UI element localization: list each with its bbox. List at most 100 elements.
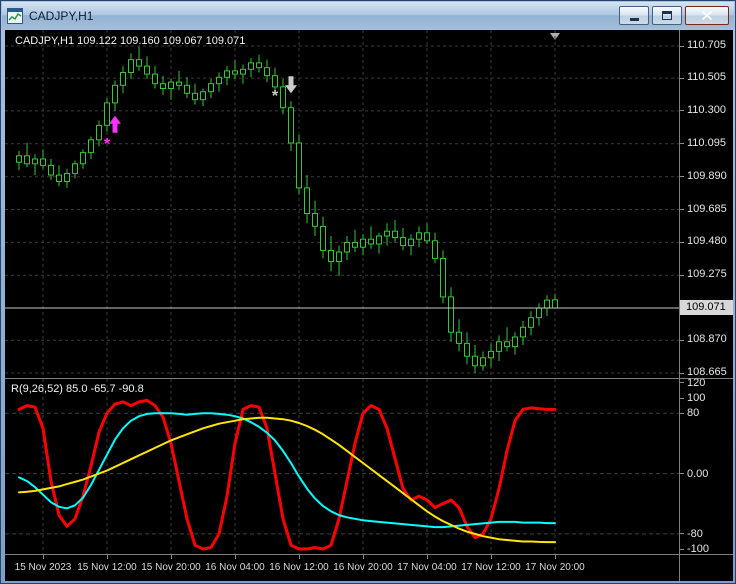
candle: [112, 84, 118, 104]
price-tick: [680, 274, 684, 276]
price-tick: [680, 339, 684, 341]
close-button[interactable]: [685, 6, 729, 25]
application-window: CADJPY,H1 * * CADJPY,H1 109.122 109.160 1…: [0, 0, 736, 584]
app-icon: [7, 7, 23, 24]
candle: [320, 225, 326, 251]
candle: [208, 83, 214, 93]
candle: [312, 213, 318, 227]
price-tick: [680, 45, 684, 47]
main-grid-layer: [5, 30, 679, 378]
candle: [96, 124, 102, 141]
indicator-scale[interactable]: 120 100 80 0.00 -80 -100: [680, 377, 733, 555]
candle: [376, 235, 382, 245]
price-scale[interactable]: 109.071 110.705 110.505 110.300 110.095 109.…: [680, 30, 733, 378]
time-tick: [555, 555, 556, 559]
candle: [464, 342, 470, 357]
candle: [24, 155, 30, 165]
candle: [240, 68, 246, 75]
candle: [400, 237, 406, 247]
time-scale-label: 15 Nov 20:00: [141, 562, 201, 573]
price-tick: [680, 209, 684, 211]
main-chart-svg[interactable]: **: [5, 30, 679, 378]
time-scale-label: 17 Nov 04:00: [397, 562, 457, 573]
candle: [336, 251, 342, 263]
candle: [168, 81, 174, 89]
candle: [440, 257, 446, 298]
indicator-scale-label: -80: [687, 527, 703, 540]
candle: [552, 299, 558, 309]
candle: [456, 331, 462, 344]
candle: [512, 336, 518, 348]
chart-client-area: * * CADJPY,H1 109.122 109.160 109.067 109…: [5, 30, 733, 581]
indicator-tick: [680, 397, 684, 399]
time-tick: [299, 555, 300, 559]
price-scale-label: 110.705: [687, 39, 726, 52]
maximize-button[interactable]: [652, 6, 682, 25]
price-scale-label: 109.275: [687, 268, 727, 281]
time-tick: [235, 555, 236, 559]
candle: [144, 65, 150, 75]
candle: [368, 238, 374, 245]
candle: [480, 357, 486, 367]
price-scale-label: 108.870: [687, 333, 727, 346]
indicator-grid-layer: [5, 379, 679, 554]
time-tick: [43, 555, 44, 559]
candle: [64, 173, 70, 182]
candle: [424, 232, 430, 242]
candle: [488, 350, 494, 359]
price-scale-label: 110.300: [687, 103, 726, 116]
time-scale-label: 15 Nov 12:00: [77, 562, 137, 573]
time-tick: [491, 555, 492, 559]
candle: [280, 86, 286, 109]
candle: [160, 83, 166, 90]
candle: [520, 326, 526, 338]
indicator-tick: [680, 473, 684, 475]
time-scale-label: 17 Nov 20:00: [525, 562, 585, 573]
candle: [536, 307, 542, 319]
current-price-label: 109.071: [680, 299, 733, 315]
candle: [16, 155, 22, 163]
indicator-svg[interactable]: [5, 379, 679, 554]
candle: [40, 158, 46, 166]
up-arrow-icon: [109, 115, 121, 133]
candle: [344, 241, 350, 253]
indicator-label: R(9,26,52) 85.0 -65.7 -90.8: [11, 383, 144, 395]
time-scale-label: 15 Nov 2023: [14, 562, 72, 573]
time-scale-label: 16 Nov 12:00: [269, 562, 329, 573]
window-title: CADJPY,H1: [29, 8, 94, 23]
candle: [256, 62, 262, 69]
candle: [80, 152, 86, 165]
candle: [448, 296, 454, 333]
candle: [272, 75, 278, 88]
candle: [88, 139, 94, 154]
candle: [352, 241, 358, 248]
candle: [192, 92, 198, 101]
minimize-button[interactable]: [619, 6, 649, 25]
candle: [392, 230, 398, 239]
candle: [384, 230, 390, 237]
candle: [408, 238, 414, 247]
candle: [248, 62, 254, 70]
candle: [48, 164, 54, 176]
price-scale-label: 109.480: [687, 235, 727, 248]
candle: [56, 174, 62, 183]
time-tick: [171, 555, 172, 559]
candle: [472, 355, 478, 367]
price-tick: [680, 372, 684, 374]
price-scale-label: 109.685: [687, 202, 727, 215]
price-tick: [680, 143, 684, 145]
price-tick: [680, 176, 684, 178]
time-scale-label: 17 Nov 12:00: [461, 562, 521, 573]
price-tick: [680, 77, 684, 79]
candle: [296, 142, 302, 189]
indicator-scale-label: 0.00: [687, 467, 709, 480]
candle: [72, 163, 78, 174]
time-axis[interactable]: 15 Nov 2023 15 Nov 12:00 15 Nov 20:00 16 No…: [5, 555, 733, 581]
indicator-tick: [680, 548, 684, 550]
title-bar[interactable]: CADJPY,H1: [2, 2, 734, 29]
candle: [32, 158, 38, 165]
candle: [176, 81, 182, 86]
candle: [496, 341, 502, 352]
window-controls: [616, 6, 729, 25]
minimize-icon: [629, 18, 639, 21]
